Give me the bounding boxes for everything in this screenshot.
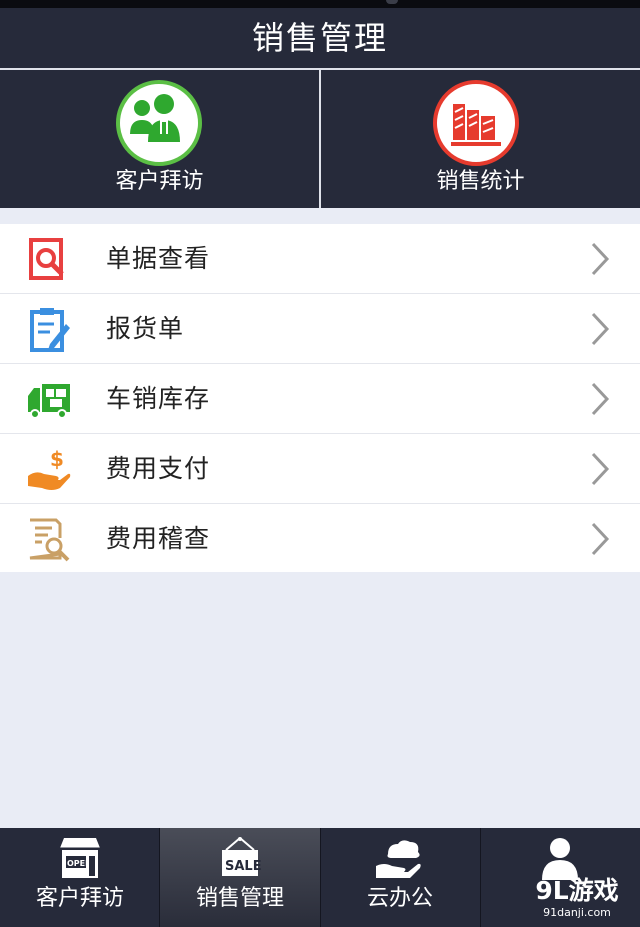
page-title: 销售管理 bbox=[251, 19, 388, 57]
customer-visit-icon bbox=[116, 80, 202, 166]
menu-item-expense-audit[interactable]: 费用稽查 bbox=[0, 504, 640, 572]
sale-sign-icon: SALE bbox=[160, 836, 320, 880]
menu-label-van-inventory: 车销库存 bbox=[106, 384, 211, 413]
tab-cloud-office[interactable]: 云办公 bbox=[320, 828, 480, 927]
cloud-hand-icon bbox=[320, 836, 480, 880]
delivery-truck-icon bbox=[28, 384, 70, 419]
svg-text:$: $ bbox=[50, 447, 64, 471]
audit-search-icon bbox=[29, 518, 70, 562]
status-strip bbox=[0, 0, 640, 8]
menu-label-expense-payment: 费用支付 bbox=[106, 454, 211, 483]
sales-stats-icon bbox=[433, 80, 519, 166]
document-search-icon bbox=[29, 238, 64, 280]
tab-customer-visit[interactable]: OPEN 客户拜访 bbox=[0, 828, 160, 927]
menu-item-order-form[interactable]: 报货单 bbox=[0, 294, 640, 364]
menu-list: 单据查看 报货单 车销库存 $ 费用支付 费用稽查 bbox=[0, 224, 640, 572]
storefront-open-icon: OPEN bbox=[0, 836, 160, 880]
menu-item-expense-payment[interactable]: $ 费用支付 bbox=[0, 434, 640, 504]
watermark-url: 91danji.com bbox=[543, 906, 611, 919]
menu-item-van-inventory[interactable]: 车销库存 bbox=[0, 364, 640, 434]
tab-label-cloud-office: 云办公 bbox=[366, 886, 433, 911]
watermark: 9L游戏 91danji.com bbox=[522, 876, 632, 924]
menu-item-document-view[interactable]: 单据查看 bbox=[0, 224, 640, 294]
svg-text:SALE: SALE bbox=[225, 859, 262, 874]
chevron-right-icon bbox=[591, 242, 610, 276]
chevron-right-icon bbox=[591, 312, 610, 346]
hand-dollar-icon: $ bbox=[28, 447, 71, 490]
menu-label-document-view: 单据查看 bbox=[106, 244, 211, 273]
notch-dot bbox=[386, 0, 398, 4]
chevron-right-icon bbox=[591, 382, 610, 416]
chevron-right-icon bbox=[591, 522, 610, 556]
tab-sales-management[interactable]: SALE 销售管理 bbox=[160, 828, 320, 927]
sales-stats-label: 销售统计 bbox=[436, 169, 525, 194]
menu-label-expense-audit: 费用稽查 bbox=[106, 524, 211, 553]
customer-visit-button[interactable]: 客户拜访 bbox=[0, 70, 319, 208]
menu-label-order-form: 报货单 bbox=[106, 314, 185, 343]
watermark-logo: 9L游戏 bbox=[535, 876, 619, 905]
svg-text:OPEN: OPEN bbox=[67, 859, 92, 868]
clipboard-edit-icon bbox=[30, 308, 70, 352]
nav-bar: 销售管理 bbox=[0, 8, 640, 68]
sales-stats-button[interactable]: 销售统计 bbox=[321, 70, 640, 208]
quick-actions-panel: 客户拜访 销售统计 bbox=[0, 70, 640, 208]
customer-visit-label: 客户拜访 bbox=[115, 169, 204, 194]
user-icon bbox=[480, 836, 640, 880]
tab-label-sales-management: 销售管理 bbox=[195, 886, 284, 911]
chevron-right-icon bbox=[591, 452, 610, 486]
tab-label-customer-visit: 客户拜访 bbox=[35, 886, 124, 911]
